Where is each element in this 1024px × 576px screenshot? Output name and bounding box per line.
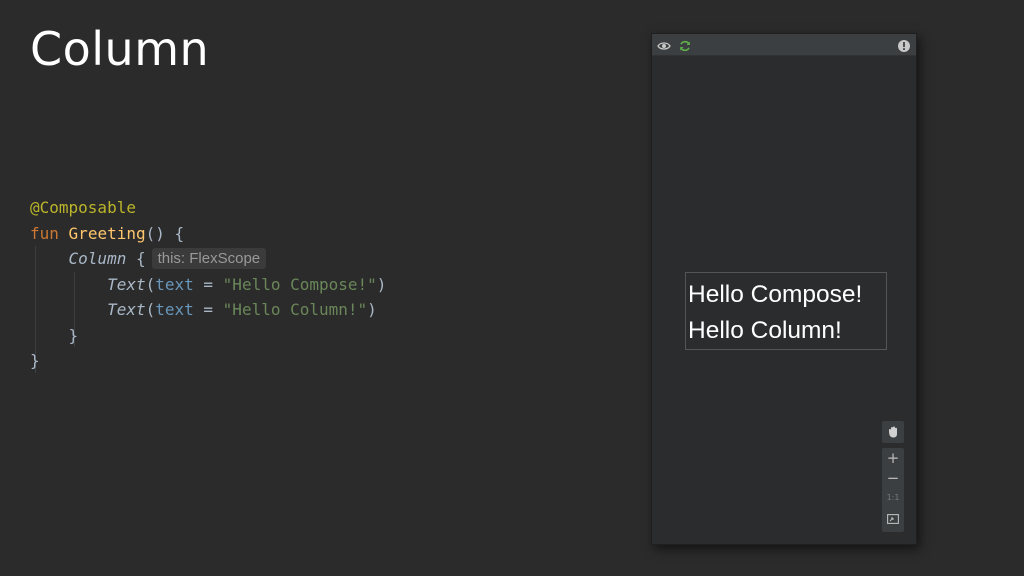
eye-icon[interactable] [657,38,671,52]
paren-close-token: ) [376,274,387,294]
string-token: "Hello Column!" [222,300,368,319]
compose-preview-panel: Hello Compose! Hello Column! + − 1:1 [651,33,917,545]
param-name-token: text [155,300,194,319]
brace-token: { [126,249,146,268]
code-block: @Composable fun Greeting() { Column { thi… [30,195,386,374]
string-token: "Hello Compose!" [222,274,377,294]
fit-screen-icon [887,514,899,524]
signature-token: () { [145,223,185,243]
hand-icon [882,421,904,443]
code-line-close-fun: } [30,348,386,374]
zoom-out-button[interactable]: − [882,468,904,488]
close-brace-token: } [30,351,40,370]
paren-open-token: ( [145,300,156,319]
refresh-icon[interactable] [678,38,692,52]
equals-token: = [193,300,223,319]
close-brace-token: } [68,325,79,345]
rendered-column[interactable]: Hello Compose! Hello Column! [685,272,887,350]
zoom-controls: + − 1:1 [882,448,904,532]
preview-toolbar [652,34,916,56]
rendered-text: Hello Compose! [688,281,863,308]
info-icon[interactable] [897,38,911,52]
zoom-in-button[interactable]: + [882,448,904,468]
code-line-close-column: } [30,323,386,349]
paren-open-token: ( [145,274,156,294]
code-line-text-1: Text(text = "Hello Compose!") [30,272,386,298]
code-line-annotation: @Composable [30,195,386,221]
parameter-hint: this: FlexScope [151,248,267,269]
keyword-token: fun [30,223,59,243]
function-name-token: Greeting [68,223,146,243]
text-call-token: Text [107,300,146,319]
text-call-token: Text [107,274,146,294]
code-line-text-2: Text(text = "Hello Column!") [30,297,386,323]
rendered-text: Hello Column! [688,317,842,344]
column-call-token: Column [68,249,127,268]
pan-button[interactable] [882,421,904,443]
param-name-token: text [155,274,194,294]
actual-size-button[interactable]: 1:1 [882,488,904,508]
code-line-fun: fun Greeting() { [30,221,386,247]
code-line-column: Column { this: FlexScope [30,246,386,272]
paren-close-token: ) [367,300,377,319]
equals-token: = [193,274,223,294]
slide-title: Column [30,22,210,76]
fit-screen-button[interactable] [882,508,904,528]
annotation-token: @Composable [30,198,136,217]
